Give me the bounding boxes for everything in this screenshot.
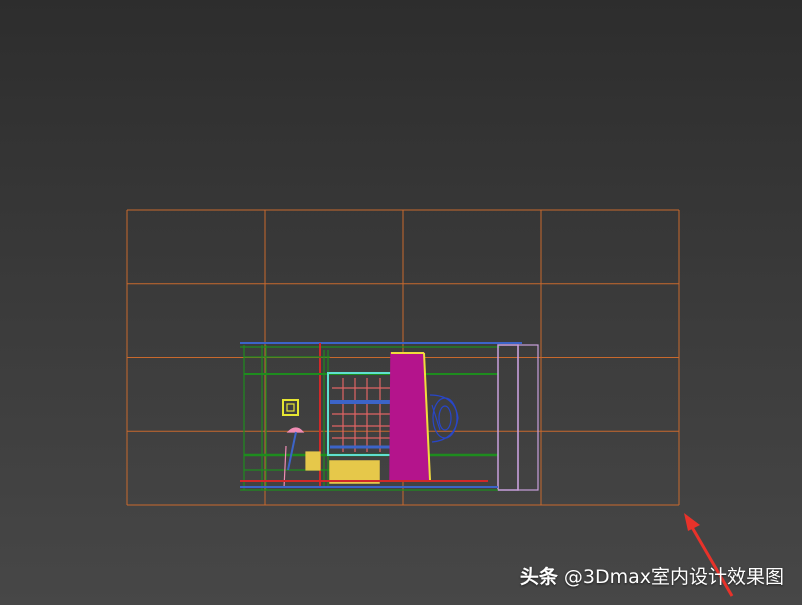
viewport[interactable]: [0, 0, 802, 605]
window-bars: [332, 378, 392, 452]
chair: [429, 394, 459, 443]
watermark: 头条 @3Dmax室内设计效果图: [520, 562, 784, 589]
door-frame: [497, 344, 519, 491]
frame-icon: [282, 399, 299, 416]
watermark-brand: 头条: [519, 566, 558, 588]
table: [329, 460, 380, 484]
scene-wireframe[interactable]: [240, 342, 539, 491]
door-frame-outer: [517, 344, 539, 491]
side-stool: [305, 451, 321, 471]
watermark-handle: @3Dmax室内设计效果图: [563, 566, 784, 588]
frame-icon-inner: [286, 403, 295, 412]
floor-lamp: [283, 427, 305, 489]
